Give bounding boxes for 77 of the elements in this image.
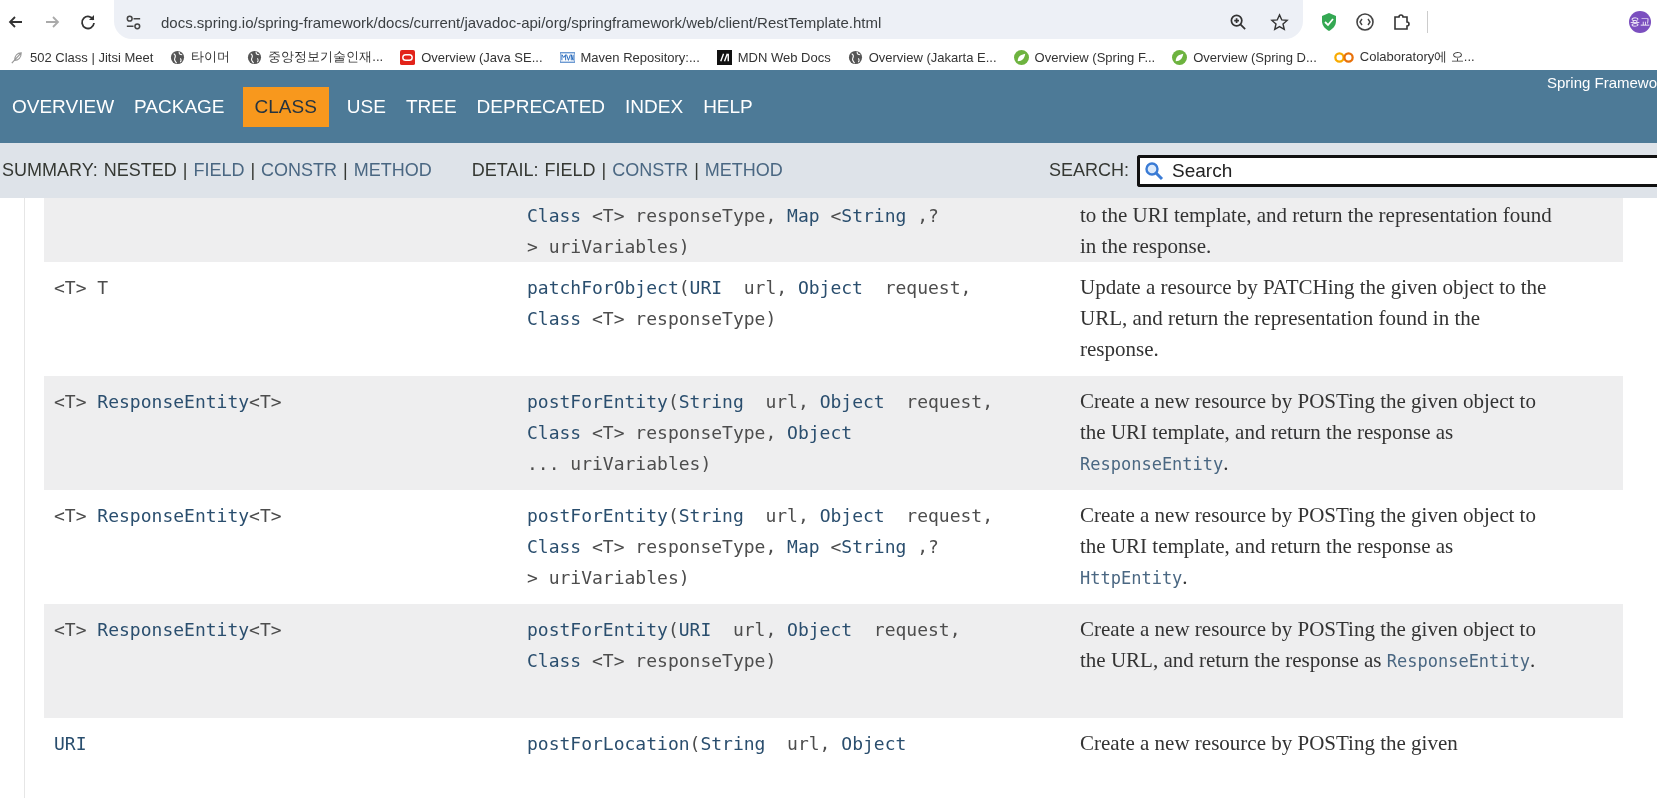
method-description: Create a new resource by POSTing the given [1080, 730, 1459, 757]
search-icon [1144, 160, 1164, 181]
bookmark-item[interactable]: 중앙정보기술인재... [247, 48, 384, 66]
return-type: <T> T [54, 277, 109, 298]
method-description: to the URI template, and return the representation found in the response. [1080, 202, 1553, 260]
leaf-icon [1013, 49, 1029, 65]
method-signature: postForEntity(String url, Object request, [527, 504, 995, 528]
method-signature: Class <T> responseType) [527, 649, 778, 673]
method-signature: Class <T> responseType) [527, 307, 778, 331]
framework-title: Spring Framewo [1546, 74, 1657, 91]
subnav-label: DETAIL: [471, 160, 539, 181]
bookmark-item[interactable]: Overview (Java SE... [400, 49, 543, 65]
nav-tab[interactable]: OVERVIEW [2, 86, 125, 127]
bookmark-item[interactable]: Overview (Spring F... [1013, 49, 1156, 65]
bookmark-item[interactable]: Overview (Jakarta E... [847, 49, 997, 65]
profile-avatar[interactable]: 용교 [1629, 11, 1651, 33]
star-icon[interactable] [1270, 12, 1289, 32]
subnav-text: NESTED [103, 160, 177, 181]
globe-icon [847, 49, 863, 65]
feather-icon [9, 49, 24, 65]
method-signature: Class <T> responseType, Object [527, 421, 854, 445]
separator: | [343, 160, 348, 181]
nav-tab[interactable]: TREE [395, 86, 467, 127]
return-type: <T> ResponseEntity<T> [54, 505, 282, 526]
colab-logo-icon [1333, 50, 1354, 64]
nav-tab[interactable]: CLASS [242, 86, 329, 127]
oracle-logo-icon [400, 49, 416, 65]
nav-tab[interactable]: DEPRECATED [466, 86, 616, 127]
separator: | [694, 160, 699, 181]
extension-icon[interactable] [1355, 12, 1375, 32]
return-type: <T> ResponseEntity<T> [54, 391, 282, 412]
method-description: Create a new resource by POSTing the given object to the URI template, and return the response as ResponseEntity. [1080, 388, 1537, 477]
method-description: Update a resource by PATCHing the given object to the URL, and return the representation found in the response. [1080, 274, 1548, 363]
subnav-link[interactable]: FIELD [193, 160, 245, 181]
nav-tab[interactable]: HELP [693, 86, 763, 127]
subnav-link[interactable]: METHOD [704, 160, 783, 181]
bookmark-item[interactable]: 502 Class | Jitsi Meet [9, 49, 154, 65]
separator: | [182, 160, 188, 181]
return-type: <T> ResponseEntity<T> [54, 619, 282, 640]
bookmark-item[interactable]: Maven Repository:... [559, 49, 700, 65]
method-signature: Class <T> responseType, Map <String ,? [527, 535, 940, 559]
method-signature: postForEntity(String url, Object request, [527, 390, 995, 414]
subnav-label: SUMMARY: [2, 160, 98, 181]
bookmark-item[interactable]: MDN Web Docs [716, 49, 831, 65]
search-label: SEARCH: [1049, 160, 1129, 181]
method-signature: Class <T> responseType, Map <String ,? [527, 204, 940, 228]
nav-tab[interactable]: PACKAGE [124, 86, 235, 127]
separator: | [250, 160, 256, 181]
search-field[interactable]: Search [1137, 154, 1657, 187]
method-description: Create a new resource by POSTing the given object to the URL, and return the response as ResponseEntity. [1080, 616, 1537, 674]
method-signature: > uriVariables) [527, 235, 691, 259]
globe-icon [170, 49, 186, 65]
subnav-link[interactable]: CONSTR [261, 160, 338, 181]
address-bar[interactable]: docs.spring.io/spring-framework/docs/current/javadoc-api/org/springframework/web/client/RestTemplate.html [114, 0, 1303, 39]
maven-logo-icon [559, 49, 575, 65]
bookmark-item[interactable]: Overview (Spring D... [1172, 49, 1317, 65]
method-signature: ... uriVariables) [527, 452, 713, 476]
method-signature: > uriVariables) [527, 566, 691, 590]
zoom-icon[interactable] [1229, 12, 1248, 32]
globe-icon [247, 49, 263, 65]
shield-icon[interactable] [1319, 12, 1339, 32]
subnav-link[interactable]: CONSTR [612, 160, 689, 181]
separator: | [601, 160, 607, 181]
leaf-icon [1172, 49, 1188, 65]
bookmark-item[interactable]: Colaboratory에 오... [1333, 48, 1475, 66]
mdn-logo-icon [716, 49, 732, 65]
method-signature: postForLocation(String url, Object [527, 732, 908, 756]
puzzle-icon[interactable] [1391, 12, 1411, 32]
method-description: Create a new resource by POSTing the given object to the URI template, and return the response as HttpEntity. [1080, 502, 1537, 591]
bookmark-item[interactable]: 타이머 [170, 48, 231, 66]
subnav-text: FIELD [544, 160, 596, 181]
method-signature: patchForObject(URI url, Object request, [527, 276, 973, 300]
method-signature: postForEntity(URI url, Object request, [527, 618, 962, 642]
subnav-link[interactable]: METHOD [353, 160, 432, 181]
return-type: URI [54, 733, 87, 754]
nav-tab[interactable]: INDEX [615, 86, 694, 127]
nav-tab[interactable]: USE [336, 86, 396, 127]
